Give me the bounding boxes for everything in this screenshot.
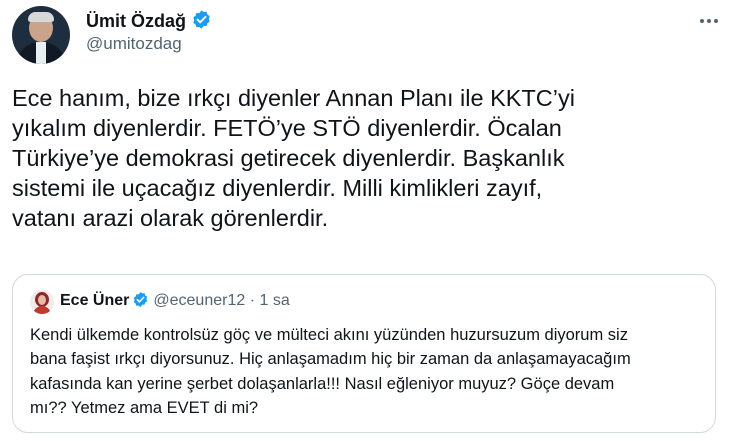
quoted-author-avatar: [30, 290, 54, 314]
quoted-author-handle: @eceuner12: [153, 292, 246, 309]
more-options-icon[interactable]: [694, 10, 724, 32]
quoted-author-name: Ece Üner: [60, 292, 130, 309]
tweet-text-line: Ece hanım, bize ırkçı diyenler Annan Pla…: [12, 85, 575, 111]
author-name[interactable]: Ümit Özdağ: [86, 11, 186, 31]
quoted-tweet-time: 1 sa: [259, 292, 290, 309]
quoted-text-line: mı?? Yetmez ama EVET di mi?: [30, 398, 259, 417]
tweet-text-line: Türkiye’ye demokrasi getirecek diyenlerd…: [12, 145, 565, 171]
quoted-avatar-body: [33, 306, 51, 314]
tweet-text-line: vatanı arazi olarak görenlerdir.: [12, 205, 329, 231]
quoted-tweet-text: Kendi ülkemde kontrolsüz göç ve mülteci …: [30, 323, 710, 420]
tweet-text: Ece hanım, bize ırkçı diyenler Annan Pla…: [12, 83, 712, 233]
quoted-tweet-header: Ece Üner @eceuner12 · 1 sa: [60, 291, 290, 314]
quoted-text-line: bana faşist ırkçı diyorsunuz. Hiç anlaşa…: [30, 350, 631, 369]
quoted-tweet-card[interactable]: Ece Üner @eceuner12 · 1 sa Kendi ülkemde …: [12, 274, 716, 433]
quoted-text-line: kafasında kan yerine şerbet dolaşanlarla…: [30, 374, 615, 393]
tweet-text-line: sistemi ile uçacağız diyenlerdir. Milli …: [12, 175, 543, 201]
meta-separator: ·: [249, 292, 256, 309]
avatar-hair: [28, 12, 54, 22]
quoted-text-line: Kendi ülkemde kontrolsüz göç ve mülteci …: [30, 326, 628, 344]
avatar-shirt: [36, 42, 46, 64]
author-avatar[interactable]: [12, 6, 70, 64]
quoted-avatar-face: [38, 295, 46, 305]
verified-badge-icon: [132, 291, 149, 314]
tweet-text-line: yıkalım diyenlerdir. FETÖ’ye STÖ diyenle…: [12, 115, 562, 141]
verified-badge-icon: [191, 9, 212, 35]
author-handle[interactable]: @umitozdag: [86, 34, 182, 54]
author-name-row[interactable]: Ümit Özdağ: [86, 9, 212, 35]
